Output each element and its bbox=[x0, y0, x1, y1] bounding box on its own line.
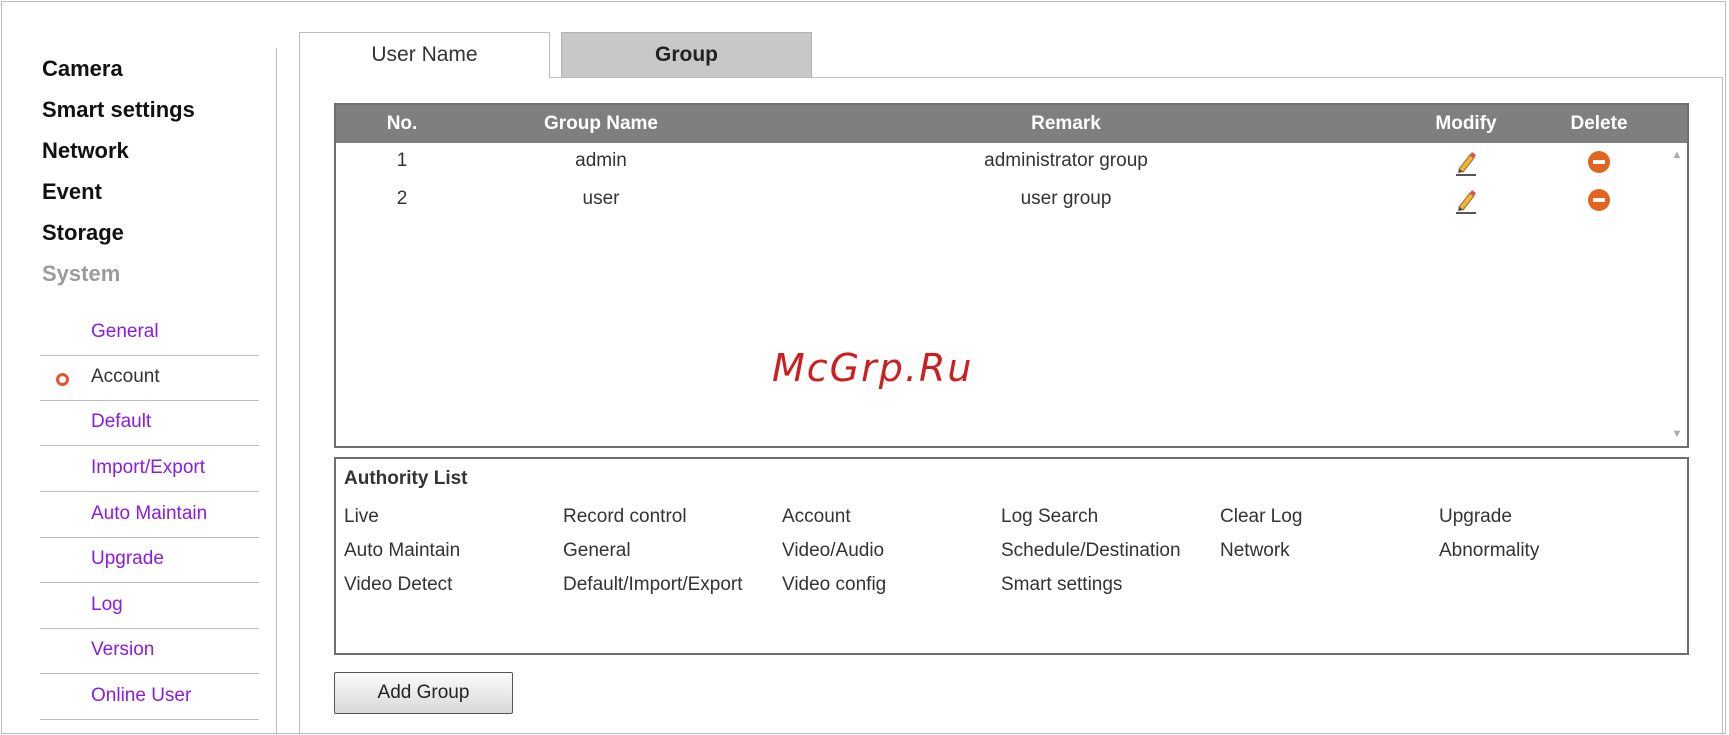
column-header-modify: Modify bbox=[1435, 113, 1497, 134]
panel-border-left bbox=[299, 77, 300, 735]
scroll-up-icon[interactable]: ▲ bbox=[1667, 145, 1687, 165]
sidebar-subitem-import-export[interactable]: Import/Export bbox=[40, 447, 259, 492]
cell-group-name: user bbox=[582, 188, 620, 209]
authority-item: Schedule/Destination bbox=[1001, 540, 1181, 561]
sidebar-subitem-account[interactable]: Account bbox=[40, 356, 259, 401]
tab-group[interactable]: Group bbox=[561, 32, 812, 78]
sidebar-item-storage[interactable]: Storage bbox=[42, 220, 124, 246]
sidebar-subitem-online-user[interactable]: Online User bbox=[40, 675, 259, 720]
tab-divider bbox=[550, 77, 1723, 78]
sidebar-subitem-label: General bbox=[91, 321, 159, 342]
sidebar-subitem-label: Online User bbox=[91, 685, 192, 706]
column-header-delete: Delete bbox=[1570, 113, 1628, 134]
active-bullet-icon bbox=[56, 373, 69, 386]
authority-item: Default/Import/Export bbox=[563, 574, 743, 595]
sidebar-item-network[interactable]: Network bbox=[42, 138, 129, 164]
sidebar-subitem-label: Account bbox=[91, 366, 160, 387]
authority-item: Record control bbox=[563, 506, 687, 527]
sidebar-subitem-general[interactable]: General bbox=[40, 311, 259, 356]
cell-group-name: admin bbox=[575, 150, 627, 171]
authority-item: Account bbox=[782, 506, 851, 527]
add-group-button[interactable]: Add Group bbox=[334, 672, 513, 714]
sidebar-subitem-label: Version bbox=[91, 639, 155, 660]
authority-item: Video/Audio bbox=[782, 540, 885, 561]
sidebar-item-smart-settings[interactable]: Smart settings bbox=[42, 97, 195, 123]
sidebar-item-camera[interactable]: Camera bbox=[42, 56, 123, 82]
scroll-down-icon[interactable]: ▼ bbox=[1667, 424, 1687, 444]
sidebar-item-system[interactable]: System bbox=[42, 261, 120, 287]
authority-item: General bbox=[563, 540, 631, 561]
sidebar-subitem-version[interactable]: Version bbox=[40, 629, 259, 674]
sidebar-subitem-upgrade[interactable]: Upgrade bbox=[40, 538, 259, 583]
authority-item: Live bbox=[344, 506, 379, 527]
column-header-remark: Remark bbox=[1031, 113, 1101, 134]
authority-item: Upgrade bbox=[1439, 506, 1512, 527]
table-row[interactable]: 2 user user group bbox=[336, 181, 1687, 219]
authority-item: Smart settings bbox=[1001, 574, 1123, 595]
sidebar-item-event[interactable]: Event bbox=[42, 179, 102, 205]
sidebar-subitem-label: Upgrade bbox=[91, 548, 164, 569]
pencil-icon[interactable] bbox=[1454, 150, 1478, 182]
sidebar-subitem-label: Auto Maintain bbox=[91, 503, 208, 524]
cell-no: 1 bbox=[396, 150, 408, 171]
authority-item: Clear Log bbox=[1220, 506, 1303, 527]
authority-list: Authority List Live Record control Accou… bbox=[334, 457, 1689, 655]
group-table: No. Group Name Remark Modify Delete 1 ad… bbox=[334, 103, 1689, 448]
table-scrollbar[interactable]: ▲ ▼ bbox=[1667, 143, 1687, 446]
sidebar-subitem-label: Import/Export bbox=[91, 457, 206, 478]
cell-remark: user group bbox=[1020, 188, 1112, 209]
sidebar-divider bbox=[276, 48, 277, 735]
pencil-icon[interactable] bbox=[1454, 188, 1478, 220]
authority-item: Video config bbox=[782, 574, 887, 595]
sidebar-subitem-auto-maintain[interactable]: Auto Maintain bbox=[40, 493, 259, 538]
sidebar-subitem-label: Default bbox=[91, 411, 152, 432]
table-header: No. Group Name Remark Modify Delete bbox=[336, 105, 1687, 143]
sidebar-subitem-label: Log bbox=[91, 594, 123, 615]
cell-no: 2 bbox=[396, 188, 408, 209]
table-row[interactable]: 1 admin administrator group bbox=[336, 143, 1687, 181]
authority-item: Abnormality bbox=[1439, 540, 1540, 561]
cell-remark: administrator group bbox=[984, 150, 1148, 171]
authority-list-title: Authority List bbox=[344, 468, 468, 489]
authority-item: Auto Maintain bbox=[344, 540, 461, 561]
authority-item: Video Detect bbox=[344, 574, 453, 595]
sidebar-subitem-default[interactable]: Default bbox=[40, 401, 259, 446]
sidebar-subitem-log[interactable]: Log bbox=[40, 584, 259, 629]
sidebar: Camera Smart settings Network Event Stor… bbox=[40, 44, 275, 734]
tab-user-name[interactable]: User Name bbox=[299, 32, 550, 78]
authority-item: Log Search bbox=[1001, 506, 1099, 527]
minus-circle-icon[interactable] bbox=[1588, 151, 1610, 179]
column-header-group-name: Group Name bbox=[543, 113, 659, 134]
watermark-text: McGrp.Ru bbox=[772, 346, 974, 390]
minus-circle-icon[interactable] bbox=[1588, 189, 1610, 217]
authority-item: Network bbox=[1220, 540, 1290, 561]
column-header-no: No. bbox=[386, 113, 418, 134]
panel-border-right bbox=[1722, 77, 1723, 735]
